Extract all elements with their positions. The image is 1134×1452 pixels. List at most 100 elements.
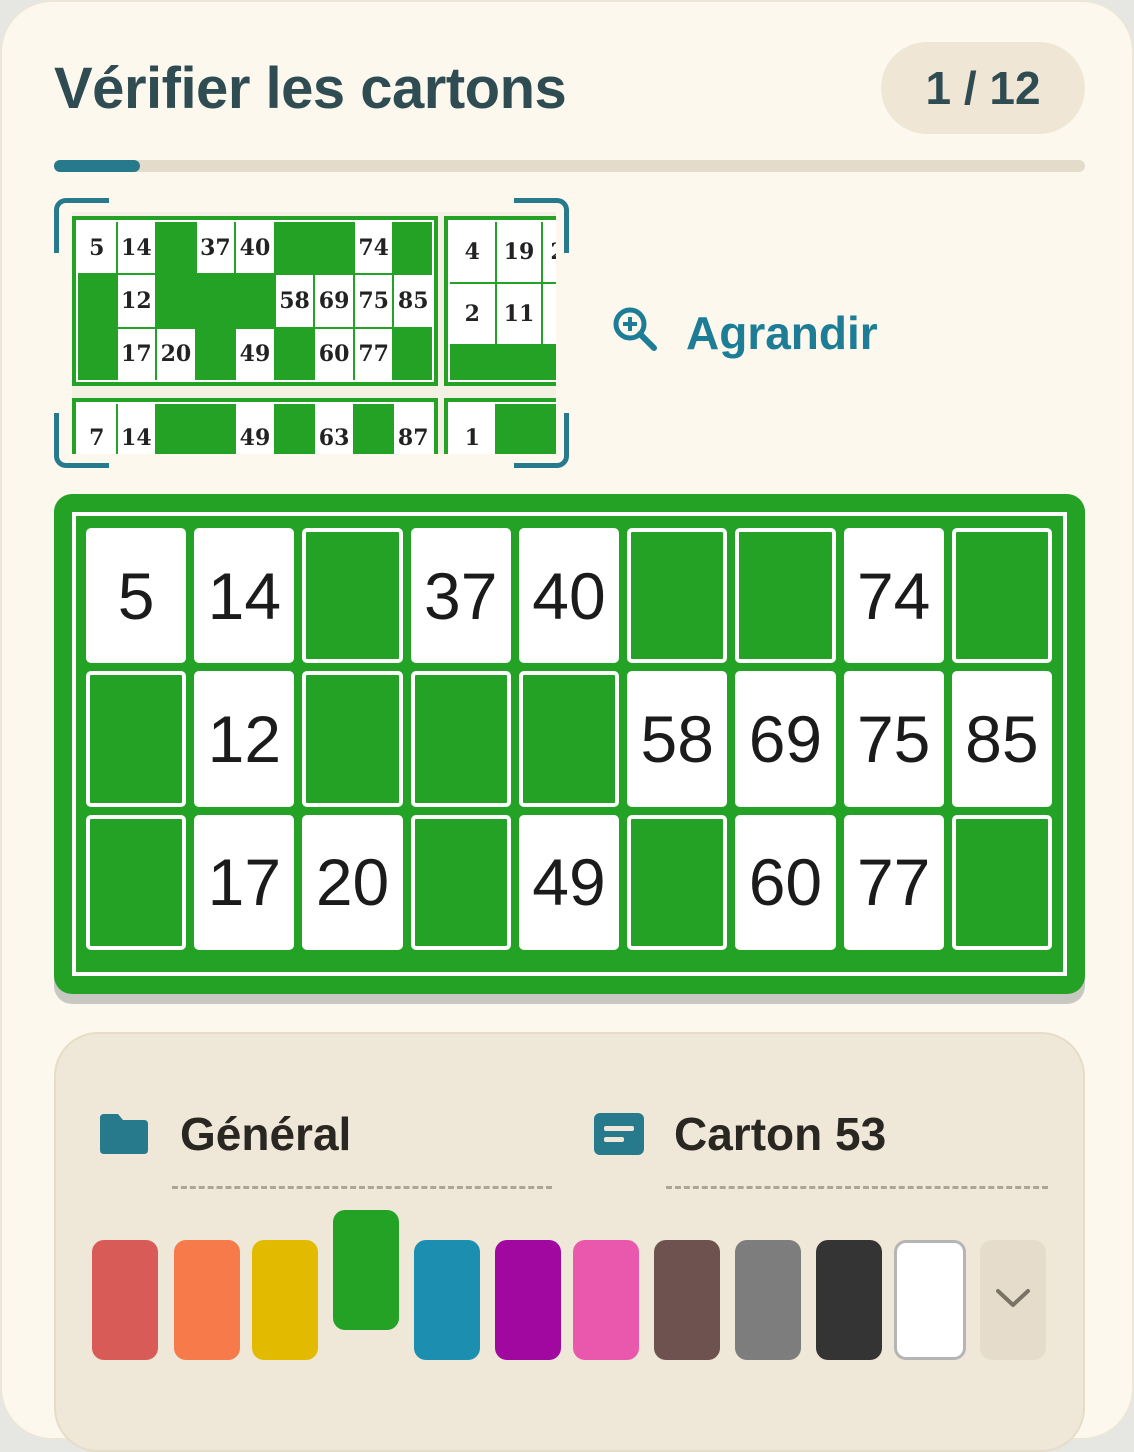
thumbnail-cell: 87 — [394, 404, 432, 454]
card-cell-number[interactable]: 60 — [735, 814, 836, 950]
photo-thumbnail[interactable]: 5143740741258697585172049607741922211271… — [54, 198, 569, 468]
thumbnail-cell: 63 — [315, 404, 353, 454]
thumbnail-cell — [157, 222, 195, 274]
thumbnail-cell — [354, 404, 393, 454]
color-swatch[interactable] — [252, 1240, 318, 1360]
card-cell-empty[interactable] — [302, 528, 403, 664]
page-title: Vérifier les cartons — [54, 56, 567, 121]
thumbnail-cell: 17 — [117, 328, 156, 380]
thumbnail-cell: 58 — [275, 275, 314, 327]
card-cell-empty[interactable] — [410, 671, 511, 807]
card-cell-number[interactable]: 40 — [518, 528, 620, 664]
card-cell-empty[interactable] — [735, 528, 836, 664]
thumbnail-cell — [78, 328, 116, 380]
thumbnail-card: 5 14 37 40 74 12 58 69 75 85 17 20 49 60 77 — [72, 216, 438, 386]
carton-name-field[interactable]: Carton 53 — [594, 1104, 1034, 1164]
card-cell-number[interactable]: 85 — [951, 671, 1052, 807]
card-cell-number[interactable]: 14 — [194, 528, 295, 664]
card-cell-number[interactable]: 17 — [194, 814, 295, 950]
card-cell-number[interactable]: 74 — [843, 528, 944, 664]
card-counter-badge: 1 / 12 — [881, 42, 1085, 134]
thumbnail-cell: 85 — [394, 275, 432, 327]
thumbnail-cell — [496, 346, 542, 380]
thumbnail-cell: 77 — [354, 328, 393, 380]
color-swatch[interactable] — [414, 1240, 480, 1360]
more-colors-button[interactable] — [980, 1240, 1046, 1360]
zoom-in-icon — [610, 304, 658, 363]
card-cell-empty[interactable] — [951, 814, 1052, 950]
thumbnail-cell — [543, 346, 556, 380]
bingo-card: 5 14 37 40 74 12 58 69 75 85 17 20 49 60 77 — [54, 494, 1085, 994]
card-cell-empty[interactable] — [302, 671, 403, 807]
card-cell-empty[interactable] — [410, 814, 511, 950]
thumbnail-cell — [157, 275, 195, 327]
carton-underline — [666, 1186, 1048, 1189]
thumbnail-cell — [275, 222, 314, 274]
color-swatch[interactable] — [174, 1240, 240, 1360]
card-cell-empty[interactable] — [627, 814, 728, 950]
verify-cards-panel: Vérifier les cartons 1 / 12 5 14 37 40 74 12 5… — [0, 0, 1134, 1452]
thumbnail-cell: 1 — [450, 404, 495, 454]
card-cell-number[interactable]: 5 — [86, 528, 187, 664]
card-cell-empty[interactable] — [951, 528, 1052, 664]
zoom-label: Agrandir — [686, 307, 878, 359]
thumbnail-cell: 2 — [543, 284, 556, 344]
color-swatch[interactable] — [894, 1240, 966, 1360]
carton-label: Carton 53 — [674, 1108, 887, 1160]
folder-icon — [98, 1112, 150, 1156]
color-swatch[interactable] — [92, 1240, 158, 1360]
card-cell-number[interactable]: 58 — [627, 671, 728, 807]
thumbnail-cell: 49 — [236, 328, 274, 380]
folder-label: Général — [180, 1108, 352, 1160]
crop-corner-top-right — [514, 198, 569, 253]
color-swatch[interactable] — [735, 1240, 801, 1360]
card-cell-empty[interactable] — [518, 671, 620, 807]
thumbnail-cell — [394, 222, 432, 274]
card-cell-empty[interactable] — [86, 671, 187, 807]
thumbnail-cell — [196, 404, 235, 454]
chevron-down-icon — [995, 1288, 1031, 1313]
thumbnail-cell: 20 — [157, 328, 195, 380]
thumbnail-cell: 12 — [117, 275, 156, 327]
crop-corner-top-left — [54, 198, 109, 253]
thumbnail-cell: 14 — [117, 404, 156, 454]
color-swatch[interactable] — [816, 1240, 882, 1360]
color-picker — [92, 1208, 1052, 1368]
card-settings: Général Carton 53 — [54, 1032, 1085, 1452]
card-cell-number[interactable]: 12 — [194, 671, 295, 807]
thumbnail-cell: 14 — [117, 222, 156, 274]
thumbnail-cell — [236, 275, 274, 327]
progress-fill — [54, 160, 140, 172]
thumbnail-cell: 75 — [354, 275, 393, 327]
thumbnail-cell: 4 — [450, 222, 495, 282]
folder-underline — [172, 1186, 552, 1189]
thumbnail-cell — [196, 328, 235, 380]
card-cell-number[interactable]: 20 — [302, 814, 403, 950]
card-cell-number[interactable]: 37 — [410, 528, 511, 664]
color-swatch[interactable] — [495, 1240, 561, 1360]
card-cell-number[interactable]: 49 — [518, 814, 620, 950]
color-swatch[interactable] — [654, 1240, 720, 1360]
thumbnail-cell — [450, 346, 495, 380]
card-cell-empty[interactable] — [86, 814, 187, 950]
zoom-button[interactable]: Agrandir — [610, 302, 878, 364]
thumbnail-cell — [315, 222, 353, 274]
card-cell-number[interactable]: 69 — [735, 671, 836, 807]
thumbnail-cell — [394, 328, 432, 380]
progress-bar — [54, 160, 1085, 172]
card-cell-number[interactable]: 77 — [843, 814, 944, 950]
crop-corner-bottom-right — [514, 413, 569, 468]
card-cell-number[interactable]: 75 — [843, 671, 944, 807]
thumbnail-cell — [196, 275, 235, 327]
color-swatch[interactable] — [333, 1210, 399, 1330]
color-swatch[interactable] — [573, 1240, 639, 1360]
crop-corner-bottom-left — [54, 413, 109, 468]
card-grid: 5 14 37 40 74 12 58 69 75 85 17 20 49 60 77 — [86, 528, 1052, 950]
thumbnail-card: 7 14 49 63 87 — [72, 398, 438, 454]
thumbnail-cell: 69 — [315, 275, 353, 327]
thumbnail-cell — [275, 404, 314, 454]
card-cell-empty[interactable] — [627, 528, 728, 664]
thumbnail-cell: 37 — [196, 222, 235, 274]
thumbnail-cell: 11 — [496, 284, 542, 344]
folder-selector[interactable]: Général — [98, 1104, 518, 1164]
